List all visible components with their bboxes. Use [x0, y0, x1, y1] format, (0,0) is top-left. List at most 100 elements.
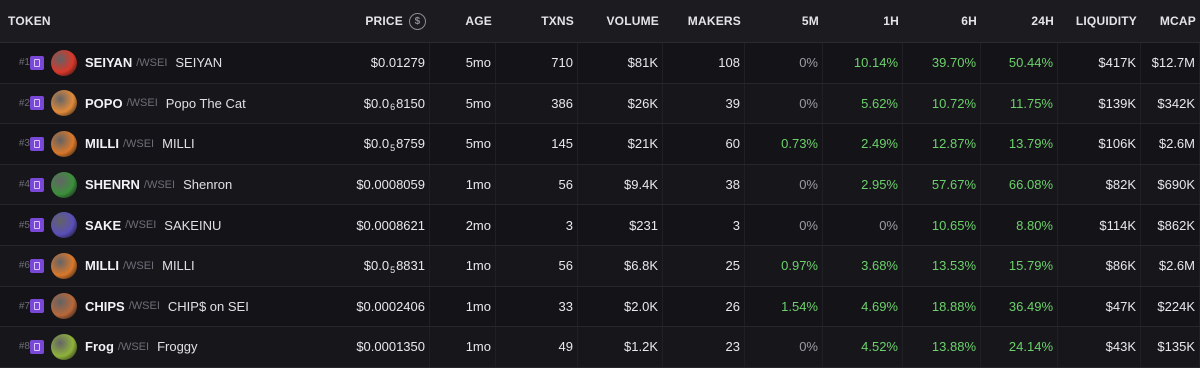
price-zero-count: 6: [390, 102, 396, 113]
token-name: Froggy: [157, 339, 198, 355]
volume-cell: $231: [578, 205, 663, 245]
quote-token: /WSEI: [136, 56, 168, 69]
price-value: $0.01279: [370, 55, 425, 71]
price-value: $0.0008621: [356, 217, 425, 233]
price-digits: 8759: [396, 136, 425, 152]
token-name: Shenron: [183, 177, 233, 193]
token-symbol: POPO: [85, 95, 123, 111]
token-cell[interactable]: #4 SHENRN /WSEI Shenron: [0, 165, 290, 205]
liquidity-cell: $47K: [1058, 286, 1141, 327]
txns-cell: 3: [496, 205, 578, 245]
token-cell[interactable]: #2 POPO /WSEI Popo The Cat: [0, 84, 290, 124]
volume-cell: $6.8K: [578, 245, 663, 286]
change-24h-cell: 50.44%: [981, 43, 1058, 83]
quote-token: /WSEI: [122, 259, 155, 272]
volume-cell: $9.4K: [578, 164, 663, 205]
rank: #3: [18, 138, 30, 150]
table-row[interactable]: #3 MILLI /WSEI MILLI $0.0 5 8759 5mo 145 $…: [0, 124, 1200, 165]
txns-cell: 33: [496, 286, 578, 327]
col-age[interactable]: AGE: [430, 14, 496, 28]
price-cell: $0.0 5 8759: [290, 124, 430, 164]
age-cell: 5mo: [430, 83, 496, 124]
sei-chain-icon: [30, 177, 44, 192]
txns-cell: 386: [496, 83, 578, 124]
token-cell[interactable]: #3 MILLI /WSEI MILLI: [0, 124, 290, 164]
age-cell: 1mo: [430, 164, 496, 205]
token-table: TOKEN PRICE $ AGE TXNS VOLUME MAKERS 5M …: [0, 0, 1200, 368]
rank: #1: [18, 57, 30, 69]
change-1h-cell: 4.69%: [823, 286, 903, 327]
price-cell: $0.0002406: [290, 286, 430, 327]
change-5m-cell: 1.54%: [745, 286, 823, 327]
liquidity-cell: $139K: [1058, 83, 1141, 124]
token-symbol: CHIPS: [85, 298, 125, 314]
liquidity-cell: $86K: [1058, 245, 1141, 286]
quote-token: /WSEI: [128, 300, 160, 313]
col-1h[interactable]: 1H: [823, 14, 903, 28]
token-symbol: SEIYAN: [85, 55, 133, 71]
price-value: $0.0001350: [356, 339, 425, 355]
token-symbol: MILLI: [85, 136, 119, 152]
token-avatar: [51, 293, 77, 320]
sei-chain-icon: [30, 136, 44, 151]
age-cell: 1mo: [430, 245, 496, 286]
rank: #4: [18, 179, 30, 191]
mcap-cell: $135K: [1141, 327, 1200, 367]
col-6h[interactable]: 6H: [903, 14, 981, 28]
table-row[interactable]: #7 CHIPS /WSEI CHIP$ on SEI $0.0002406 1…: [0, 286, 1200, 328]
token-avatar: [51, 252, 77, 279]
mcap-cell: $12.7M: [1141, 43, 1200, 83]
token-avatar: [51, 130, 77, 157]
rank: #8: [18, 341, 30, 353]
price-cell: $0.0008059: [290, 164, 430, 205]
token-avatar: [51, 90, 77, 117]
table-row[interactable]: #8 Frog /WSEI Froggy $0.0001350 1mo 49 $…: [0, 327, 1200, 368]
rank: #6: [18, 260, 30, 272]
volume-cell: $1.2K: [578, 327, 663, 367]
quote-token: /WSEI: [126, 97, 158, 110]
table-row[interactable]: #2 POPO /WSEI Popo The Cat $0.0 6 8150 5mo…: [0, 83, 1200, 125]
table-row[interactable]: #1 SEIYAN /WSEI SEIYAN $0.01279 5mo 710 …: [0, 43, 1200, 84]
change-1h-cell: 4.52%: [823, 327, 903, 367]
sei-chain-icon: [30, 218, 44, 233]
mcap-cell: $690K: [1141, 164, 1200, 205]
col-token[interactable]: TOKEN: [0, 14, 290, 28]
table-row[interactable]: #4 SHENRN /WSEI Shenron $0.0008059 1mo 5…: [0, 164, 1200, 206]
col-mcap[interactable]: MCAP: [1141, 14, 1200, 28]
token-cell[interactable]: #6 MILLI /WSEI MILLI: [0, 246, 290, 286]
token-cell[interactable]: #1 SEIYAN /WSEI SEIYAN: [0, 43, 290, 83]
col-liquidity[interactable]: LIQUIDITY: [1058, 14, 1141, 28]
quote-token: /WSEI: [117, 340, 150, 353]
col-24h[interactable]: 24H: [981, 14, 1058, 28]
col-volume[interactable]: VOLUME: [578, 14, 663, 28]
token-cell[interactable]: #8 Frog /WSEI Froggy: [0, 327, 290, 367]
token-name: MILLI: [162, 258, 195, 274]
token-symbol: Frog: [85, 339, 114, 355]
makers-cell: 26: [663, 286, 745, 327]
token-cell[interactable]: #5 SAKE /WSEI SAKEINU: [0, 205, 290, 245]
quote-token: /WSEI: [143, 178, 176, 191]
token-symbol: MILLI: [85, 258, 119, 274]
dollar-coin-icon[interactable]: $: [409, 12, 426, 30]
change-5m-cell: 0%: [745, 83, 823, 124]
price-prefix: $0.0: [363, 258, 390, 274]
change-6h-cell: 10.65%: [903, 205, 981, 245]
col-5m[interactable]: 5M: [745, 14, 823, 28]
col-price[interactable]: PRICE $: [290, 12, 430, 30]
col-makers[interactable]: MAKERS: [663, 14, 745, 28]
quote-token: /WSEI: [125, 219, 157, 232]
price-zero-count: 5: [390, 142, 396, 153]
token-cell[interactable]: #7 CHIPS /WSEI CHIP$ on SEI: [0, 287, 290, 327]
price-cell: $0.01279: [290, 43, 430, 83]
token-name: Popo The Cat: [165, 95, 246, 111]
price-prefix: $0.0: [363, 95, 390, 111]
sei-chain-icon: [30, 55, 44, 70]
makers-cell: 38: [663, 164, 745, 205]
volume-cell: $2.0K: [578, 286, 663, 327]
change-6h-cell: 18.88%: [903, 286, 981, 327]
col-txns[interactable]: TXNS: [496, 14, 578, 28]
rank: #7: [18, 300, 30, 312]
table-row[interactable]: #5 SAKE /WSEI SAKEINU $0.0008621 2mo 3 $…: [0, 205, 1200, 246]
change-24h-cell: 8.80%: [981, 205, 1058, 245]
table-row[interactable]: #6 MILLI /WSEI MILLI $0.0 5 8831 1mo 56 $6…: [0, 245, 1200, 287]
